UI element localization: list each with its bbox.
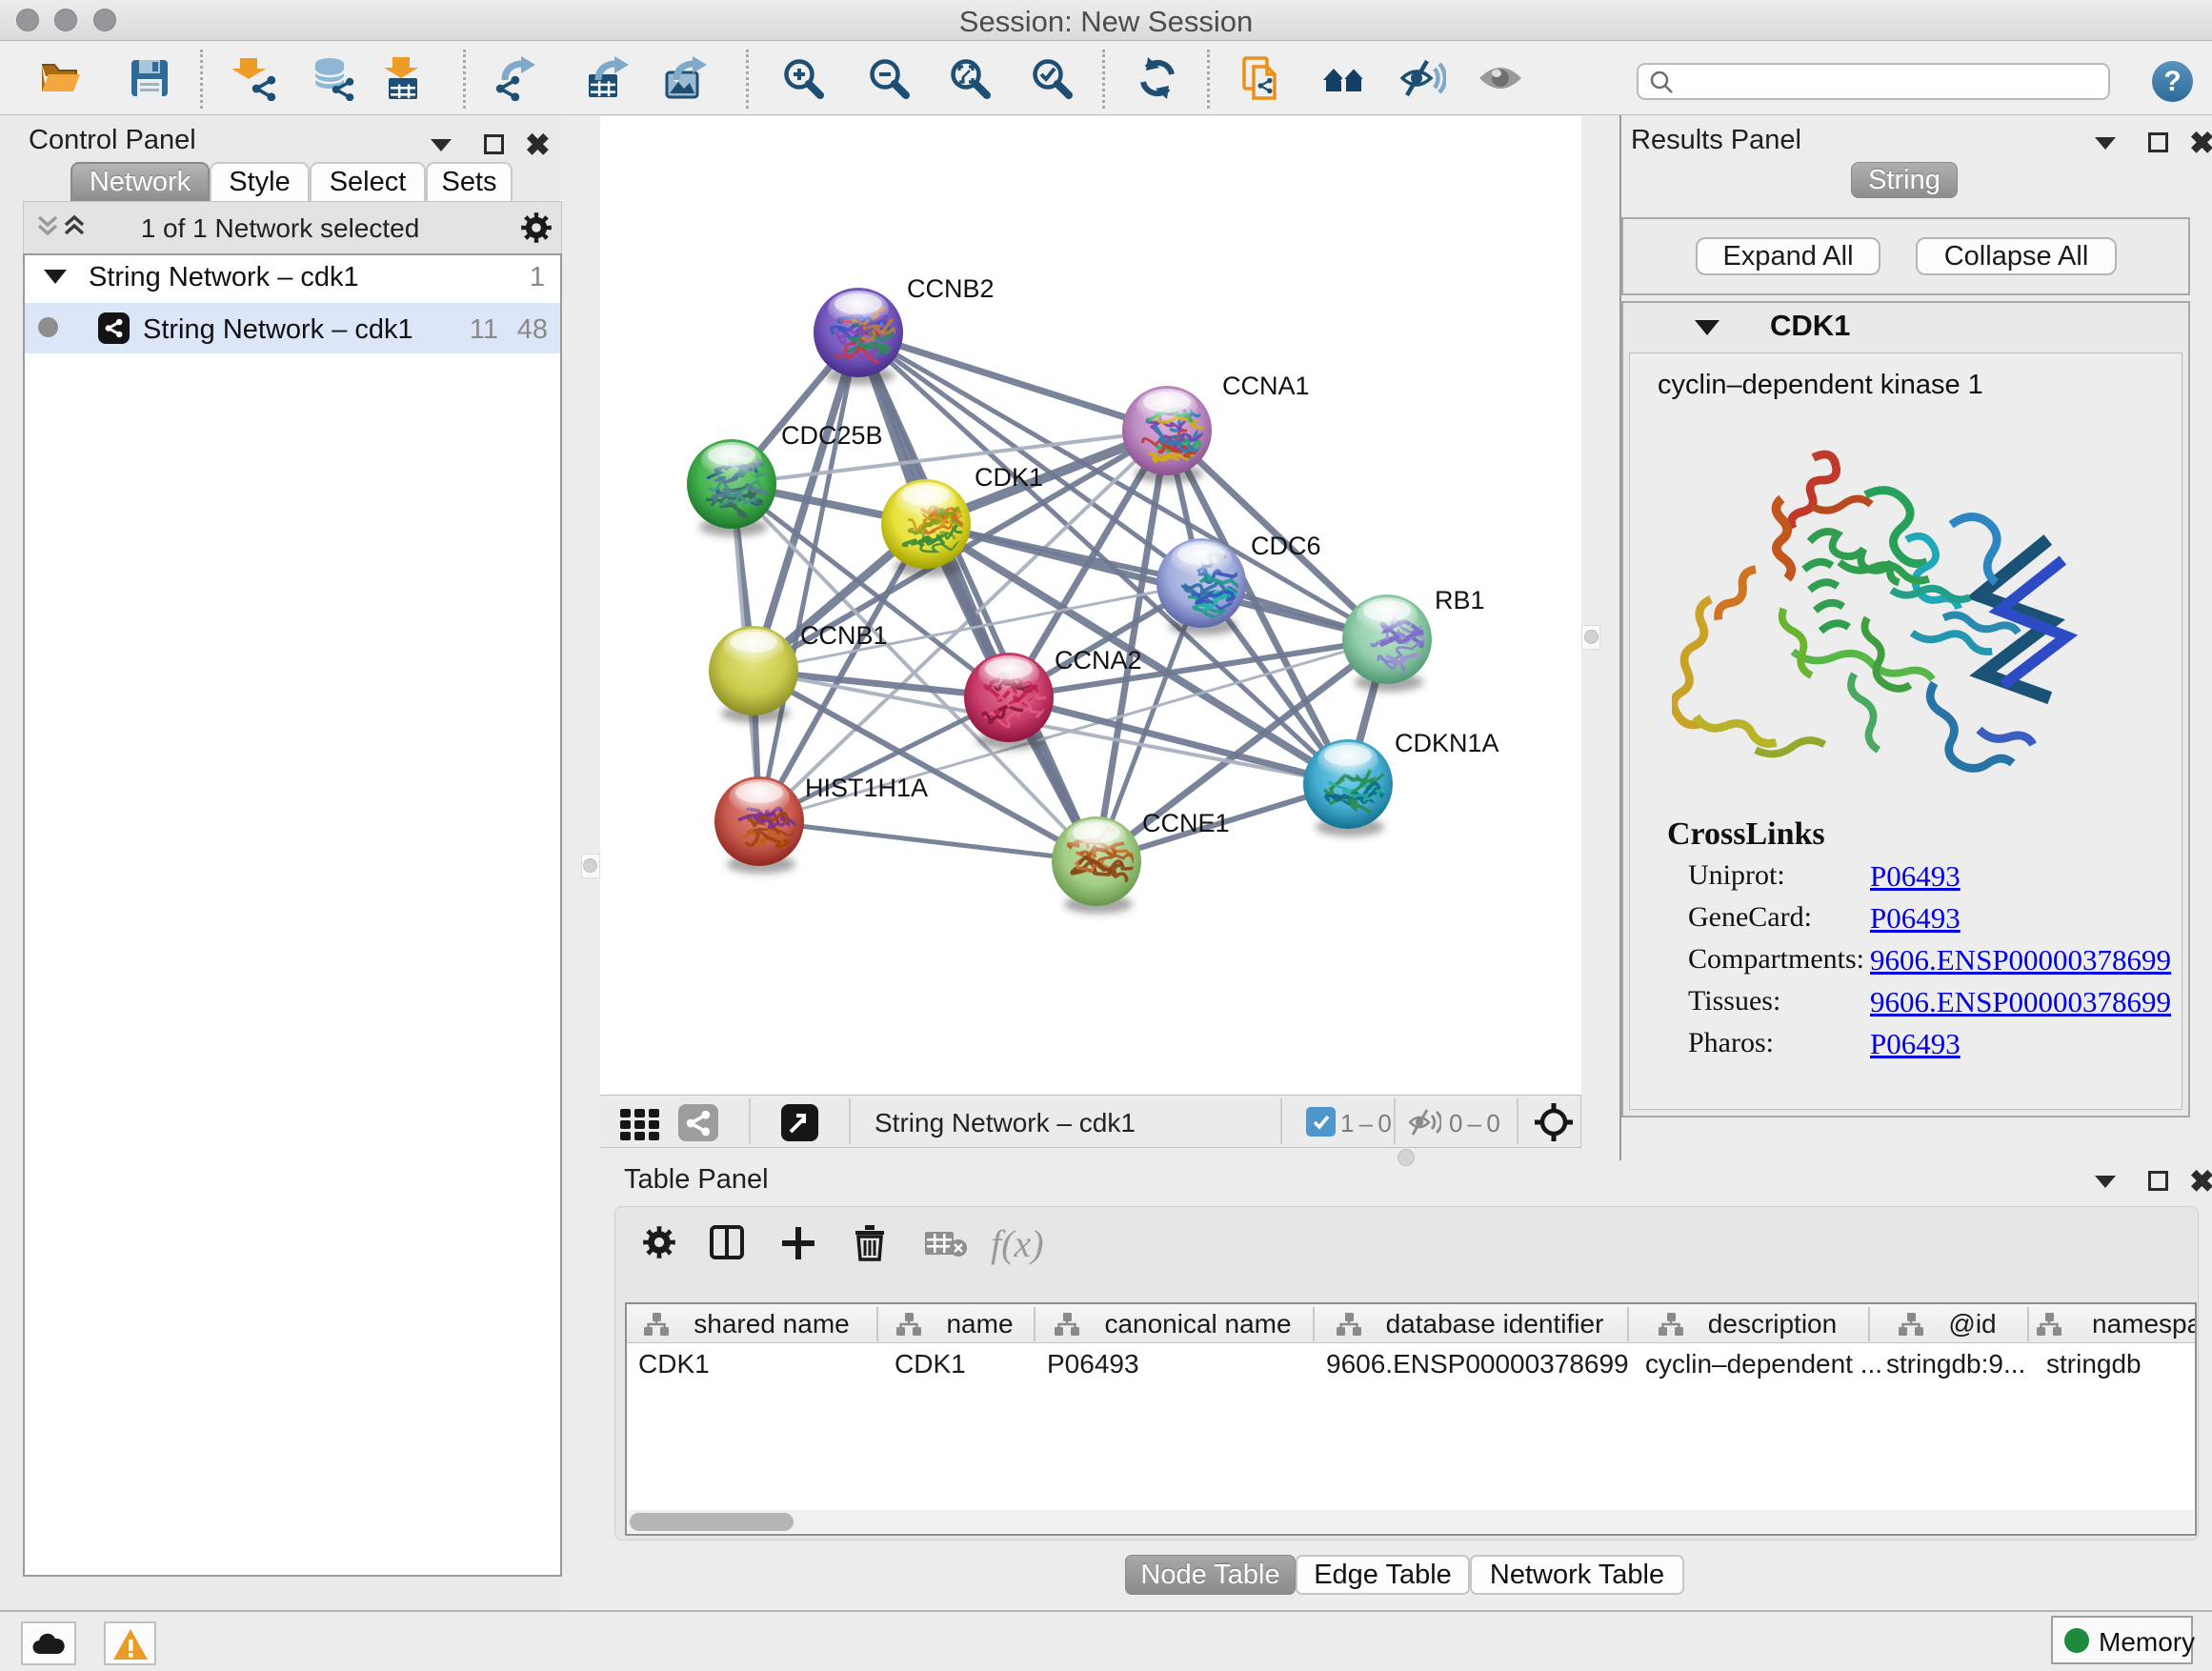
- svg-text:HIST1H1A: HIST1H1A: [805, 774, 928, 802]
- svg-text:CCNB2: CCNB2: [907, 274, 995, 303]
- svg-text:CCNB1: CCNB1: [800, 621, 888, 650]
- svg-text:RB1: RB1: [1435, 586, 1485, 614]
- svg-text:CDC6: CDC6: [1251, 532, 1321, 560]
- svg-text:CDKN1A: CDKN1A: [1395, 729, 1499, 757]
- svg-text:CCNE1: CCNE1: [1142, 809, 1230, 837]
- svg-text:CDK1: CDK1: [975, 463, 1043, 492]
- svg-text:CDC25B: CDC25B: [781, 421, 883, 450]
- svg-text:CCNA1: CCNA1: [1222, 372, 1310, 400]
- svg-text:CCNA2: CCNA2: [1055, 646, 1142, 674]
